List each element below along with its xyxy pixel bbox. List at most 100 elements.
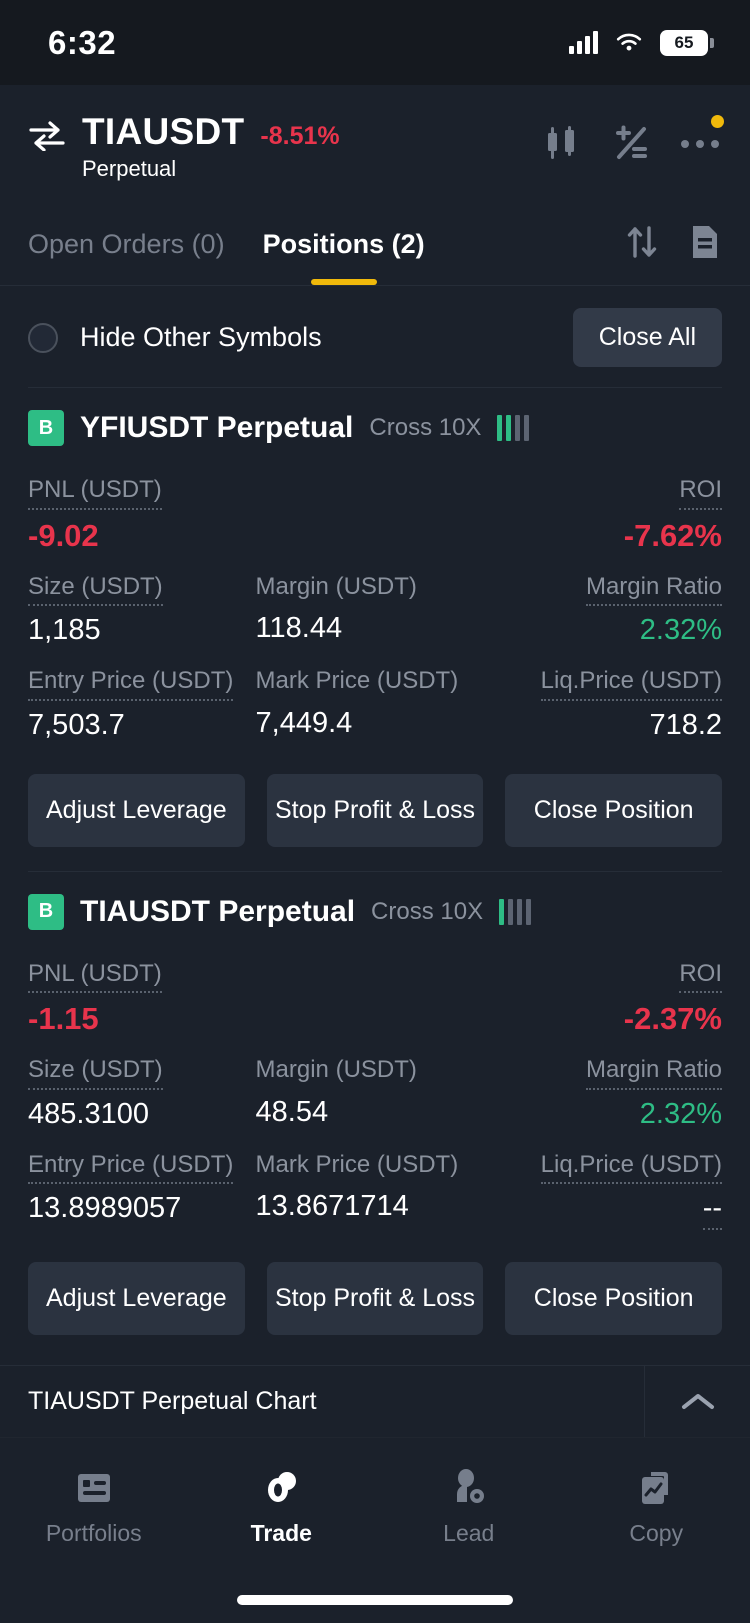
nav-label-trade: Trade (250, 1520, 312, 1546)
margin-ratio-cell: Margin Ratio 2.32% (494, 1056, 723, 1130)
margin-ratio-value: 2.32% (639, 614, 723, 647)
pnl-cell: PNL (USDT) -1.15 (28, 960, 375, 1037)
liq-price-value: 718.2 (649, 708, 723, 741)
position-symbol: YFIUSDT Perpetual (80, 411, 354, 444)
symbol-contract-type: Perpetual (82, 156, 177, 181)
mark-price-label: Mark Price (USDT) (255, 667, 459, 695)
hide-other-symbols-toggle[interactable]: Hide Other Symbols (28, 322, 322, 353)
order-tabs: Open Orders (0) Positions (2) (28, 204, 425, 285)
sort-arrows-icon[interactable] (626, 224, 658, 265)
home-indicator-area (0, 1577, 750, 1623)
position-size-row: Size (USDT) 485.3100 Margin (USDT) 48.54… (28, 1042, 723, 1136)
close-all-button[interactable]: Close All (572, 308, 722, 367)
symbol-change-pct: -8.51% (260, 122, 340, 150)
status-time: 6:32 (48, 23, 117, 61)
more-options-icon[interactable] (680, 114, 724, 155)
wifi-icon (616, 33, 642, 50)
position-price-row: Entry Price (USDT) 7,503.7 Mark Price (U… (28, 653, 723, 747)
mark-price-value: 13.8671714 (255, 1190, 409, 1223)
position-header[interactable]: B TIAUSDT Perpetual Cross 10X (28, 872, 722, 946)
liq-price-value: -- (702, 1193, 723, 1231)
radio-unchecked-icon[interactable] (28, 322, 58, 353)
position-side-badge: B (28, 893, 64, 930)
pnl-value: -1.15 (28, 1001, 99, 1037)
position-side-badge: B (28, 410, 64, 446)
portfolios-icon (77, 1474, 110, 1502)
position-actions: Adjust Leverage Stop Profit & Loss Close… (28, 1236, 723, 1359)
size-label: Size (USDT) (28, 573, 163, 607)
position-symbol: TIAUSDT Perpetual (80, 894, 356, 928)
lead-person-icon (456, 1469, 484, 1503)
size-value: 485.3100 (28, 1097, 149, 1130)
symbol-name: TIAUSDT (82, 111, 245, 152)
stop-profit-loss-button[interactable]: Stop Profit & Loss (266, 1262, 484, 1336)
hide-other-symbols-label: Hide Other Symbols (80, 322, 322, 352)
nav-item-trade[interactable]: Trade (188, 1468, 376, 1547)
stop-profit-loss-button[interactable]: Stop Profit & Loss (266, 773, 484, 847)
order-history-document-icon[interactable] (690, 224, 720, 265)
position-margin-mode: Cross 10X (371, 897, 484, 925)
size-cell: Size (USDT) 485.3100 (28, 1056, 256, 1130)
size-cell: Size (USDT) 1,185 (28, 573, 256, 647)
adjust-leverage-button[interactable]: Adjust Leverage (28, 773, 245, 847)
entry-price-label: Entry Price (USDT) (28, 667, 234, 701)
symbol-selector[interactable]: TIAUSDT -8.51% Perpetual (28, 111, 340, 182)
chevron-up-icon[interactable] (644, 1366, 750, 1437)
symbol-header: TIAUSDT -8.51% Perpetual (0, 85, 750, 204)
tab-positions-label: Positions (2) (262, 229, 425, 259)
risk-level-bars-icon[interactable] (499, 898, 532, 925)
copy-chart-icon (642, 1472, 669, 1504)
size-value: 1,185 (28, 614, 101, 647)
chart-strip-label: TIAUSDT Perpetual Chart (28, 1387, 317, 1415)
close-position-button[interactable]: Close Position (505, 773, 723, 847)
battery-icon: 65 (660, 29, 714, 56)
roi-value: -2.37% (623, 1001, 722, 1037)
nav-item-copy[interactable]: Copy (563, 1468, 750, 1547)
margin-value: 48.54 (255, 1095, 329, 1128)
bottom-navigation: Portfolios Trade Lead Copy (0, 1437, 750, 1577)
chart-strip[interactable]: TIAUSDT Perpetual Chart (0, 1365, 750, 1437)
margin-cell: Margin (USDT) 48.54 (256, 1056, 495, 1130)
entry-price-value: 7,503.7 (28, 708, 125, 741)
nav-item-lead[interactable]: Lead (375, 1468, 563, 1547)
nav-label-lead: Lead (443, 1520, 495, 1546)
pnl-label: PNL (USDT) (28, 476, 162, 510)
position-pnl-row: PNL (USDT) -1.15 ROI -2.37% (28, 946, 722, 1043)
size-label: Size (USDT) (28, 1056, 163, 1090)
adjust-leverage-button[interactable]: Adjust Leverage (28, 1262, 245, 1336)
liq-price-label: Liq.Price (USDT) (540, 1151, 723, 1185)
home-indicator[interactable] (237, 1595, 513, 1605)
tab-open-orders-label: Open Orders (0) (28, 229, 225, 259)
nav-label-copy: Copy (629, 1520, 684, 1546)
nav-item-portfolios[interactable]: Portfolios (0, 1468, 188, 1547)
swap-arrows-icon[interactable] (28, 121, 66, 151)
position-actions: Adjust Leverage Stop Profit & Loss Close… (28, 748, 723, 871)
candlestick-chart-icon[interactable] (542, 125, 582, 166)
status-indicators: 65 (569, 29, 714, 56)
roi-label: ROI (679, 476, 722, 510)
mark-price-cell: Mark Price (USDT) 13.8671714 (256, 1151, 495, 1230)
position-pnl-row: PNL (USDT) -9.02 ROI -7.62% (28, 462, 722, 559)
status-bar: 6:32 65 (0, 0, 750, 85)
position-card: B YFIUSDT Perpetual Cross 10X PNL (USDT)… (0, 388, 750, 871)
tab-open-orders[interactable]: Open Orders (0) (28, 204, 225, 285)
entry-price-label: Entry Price (USDT) (28, 1151, 234, 1185)
calculator-icon[interactable] (612, 125, 650, 166)
position-header[interactable]: B YFIUSDT Perpetual Cross 10X (28, 388, 722, 462)
mark-price-value: 7,449.4 (255, 706, 353, 739)
trade-icon (268, 1472, 297, 1502)
margin-ratio-label: Margin Ratio (585, 573, 723, 607)
battery-level: 65 (674, 32, 694, 52)
pnl-cell: PNL (USDT) -9.02 (28, 476, 375, 553)
close-position-button[interactable]: Close Position (505, 1262, 723, 1336)
entry-price-value: 13.8989057 (28, 1192, 182, 1225)
position-card: B TIAUSDT Perpetual Cross 10X PNL (USDT)… (0, 872, 750, 1360)
risk-level-bars-icon[interactable] (497, 415, 530, 441)
margin-cell: Margin (USDT) 118.44 (256, 573, 495, 647)
tab-positions[interactable]: Positions (2) (263, 204, 425, 285)
liq-price-label: Liq.Price (USDT) (540, 667, 723, 701)
roi-cell: ROI -2.37% (375, 960, 722, 1037)
positions-list[interactable]: B YFIUSDT Perpetual Cross 10X PNL (USDT)… (0, 387, 750, 1365)
margin-ratio-label: Margin Ratio (585, 1056, 723, 1090)
pnl-label: PNL (USDT) (28, 960, 162, 994)
